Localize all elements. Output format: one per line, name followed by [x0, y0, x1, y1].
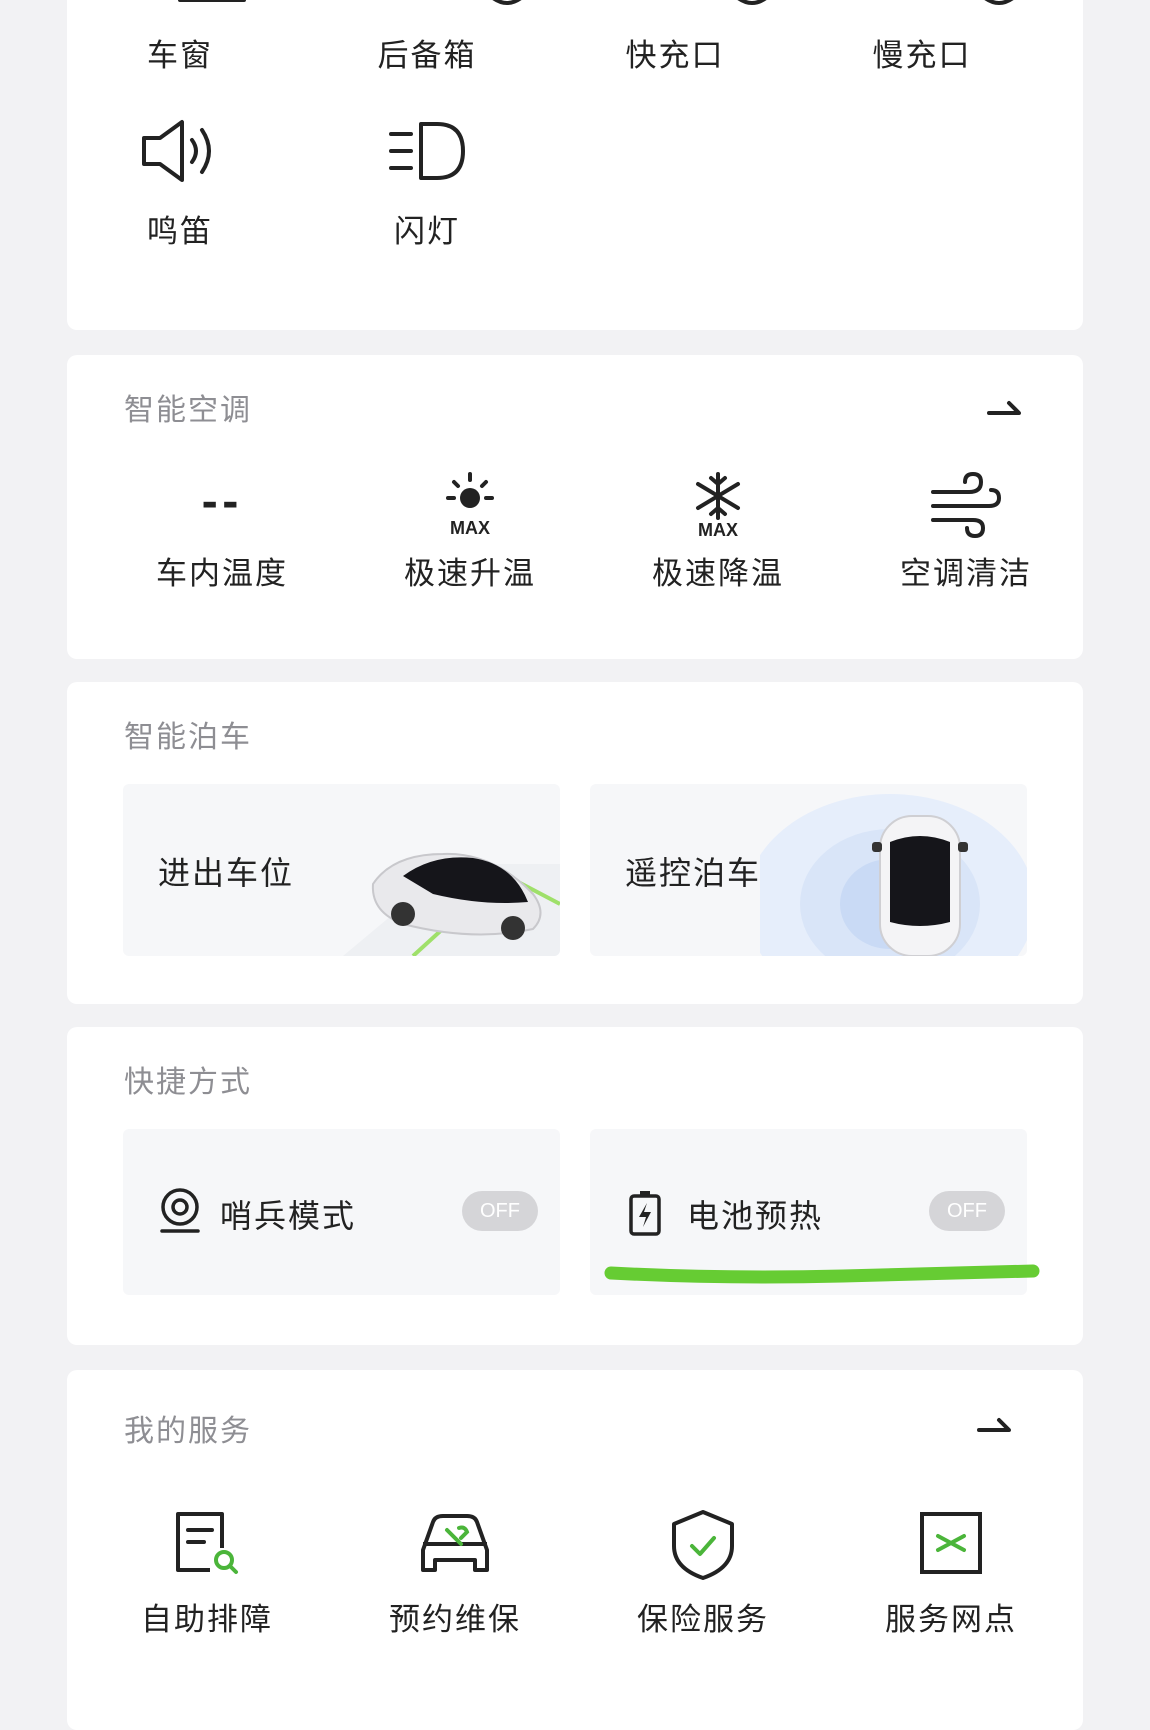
sentry-mode-tile[interactable]: 哨兵模式 OFF	[123, 1129, 560, 1295]
rapid-heat-label: 极速升温	[404, 556, 536, 592]
window-icon	[178, 0, 246, 2]
services-title: 我的服务	[124, 1414, 252, 1449]
climate-cabin-temp[interactable]: -- 车内温度	[115, 470, 329, 593]
sentry-camera-icon	[160, 1188, 200, 1233]
vehicle-controls-card: 车窗 后备箱 快充口 慢充口 鸣笛 闪灯	[67, 0, 1083, 330]
park-in-out-label: 进出车位	[158, 854, 295, 892]
maintenance-label: 预约维保	[389, 1602, 521, 1638]
shortcuts-card: 快捷方式 哨兵模式 OFF 电池预热 OFF	[67, 1027, 1083, 1345]
control-horn-label: 鸣笛	[147, 214, 213, 250]
fast-charge-port-icon	[737, 0, 767, 5]
services-more-arrow-icon[interactable]	[975, 1410, 1015, 1440]
control-trunk[interactable]: 后备箱	[337, 30, 517, 75]
climate-ac-clean[interactable]: 空调清洁	[859, 470, 1073, 593]
self-diagnosis-label: 自助排障	[141, 1602, 273, 1638]
sentry-mode-toggle[interactable]: OFF	[462, 1191, 538, 1231]
self-diagnosis-icon	[176, 1512, 238, 1574]
remote-parking-label: 遥控泊车	[625, 854, 762, 892]
service-outlet-icon	[920, 1512, 982, 1574]
rapid-cool-label: 极速降温	[652, 556, 784, 592]
service-insurance[interactable]: 保险服务	[603, 1508, 803, 1639]
control-window-label: 车窗	[147, 38, 213, 74]
cabin-temp-value: --	[201, 480, 243, 526]
sentry-mode-label: 哨兵模式	[220, 1197, 357, 1235]
car-top-view-image	[872, 815, 968, 956]
control-trunk-label: 后备箱	[377, 38, 477, 74]
control-flash-lights[interactable]: 闪灯	[337, 118, 517, 251]
sun-max-icon: MAX	[446, 472, 494, 538]
service-self-diagnosis[interactable]: 自助排障	[107, 1508, 307, 1639]
climate-more-arrow-icon[interactable]	[985, 393, 1025, 423]
control-flash-lights-label: 闪灯	[394, 214, 460, 250]
battery-preheat-label: 电池预热	[687, 1197, 824, 1235]
sun-max-badge: MAX	[450, 518, 490, 538]
wind-icon	[931, 471, 1002, 539]
maintenance-icon	[421, 1514, 489, 1572]
snowflake-max-badge: MAX	[698, 520, 738, 540]
snowflake-max-icon: MAX	[696, 472, 740, 540]
park-in-out-tile[interactable]: 进出车位	[123, 784, 560, 956]
smart-climate-card: 智能空调 -- 车内温度 MAX 极速升温 MAX 极速降温 空调清洁	[67, 355, 1083, 659]
headlight-icon	[389, 122, 465, 180]
trunk-icon	[492, 0, 522, 5]
insurance-label: 保险服务	[637, 1602, 769, 1638]
ac-clean-label: 空调清洁	[900, 556, 1032, 592]
cabin-temp-label: 车内温度	[156, 556, 288, 592]
control-window[interactable]: 车窗	[90, 30, 270, 75]
battery-charge-icon	[629, 1191, 661, 1236]
control-horn[interactable]: 鸣笛	[90, 118, 270, 251]
green-highlight-stroke	[604, 1264, 1040, 1284]
my-services-card: 我的服务 自助排障 预约维保 保险服务 服务网点	[67, 1370, 1083, 1730]
slow-charge-port-icon	[984, 0, 1014, 5]
service-outlets-label: 服务网点	[885, 1602, 1017, 1638]
shortcuts-title: 快捷方式	[124, 1065, 252, 1100]
parking-title: 智能泊车	[124, 720, 252, 755]
control-slow-charge-port[interactable]: 慢充口	[832, 30, 1012, 75]
insurance-shield-icon	[672, 1510, 734, 1580]
control-fast-charge-port[interactable]: 快充口	[585, 30, 765, 75]
service-maintenance[interactable]: 预约维保	[355, 1508, 555, 1639]
climate-title: 智能空调	[124, 393, 252, 428]
battery-preheat-toggle[interactable]: OFF	[929, 1191, 1005, 1231]
climate-rapid-cool[interactable]: MAX 极速降温	[611, 470, 825, 593]
car-side-view-image	[371, 852, 542, 940]
service-outlets[interactable]: 服务网点	[851, 1508, 1051, 1639]
control-slow-charge-label: 慢充口	[872, 38, 972, 74]
climate-rapid-heat[interactable]: MAX 极速升温	[363, 470, 577, 593]
remote-parking-tile[interactable]: 遥控泊车	[590, 784, 1027, 956]
smart-parking-card: 智能泊车 进出车位 遥控泊车	[67, 682, 1083, 1004]
control-fast-charge-label: 快充口	[625, 38, 725, 74]
horn-icon	[142, 120, 211, 182]
